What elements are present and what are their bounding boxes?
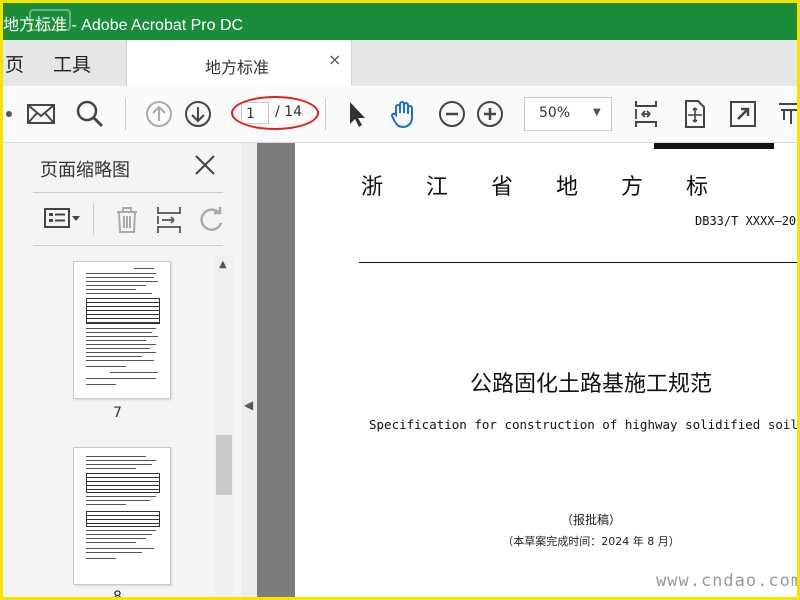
toolbar-divider [325, 98, 326, 130]
collapse-panel-icon[interactable]: ◀ [244, 398, 253, 412]
panel-tool-divider [93, 203, 94, 235]
document-view[interactable]: 浙江省地方标 DB33/T XXXX—202 公路固化土路基施工规范 Speci… [257, 143, 797, 597]
zoom-value: 50% [539, 105, 571, 121]
standard-code: DB33/T XXXX—202 [695, 214, 797, 228]
tab-document-label: 地方标准 [205, 58, 270, 77]
select-cursor-icon[interactable] [341, 98, 373, 130]
horizontal-rule [359, 262, 797, 263]
site-watermark: www.cndao.com [656, 571, 797, 591]
toolbar-divider [125, 98, 126, 130]
logo-fragment [654, 143, 774, 149]
draft-label: （报批稿） [560, 513, 621, 527]
acrobat-window: 地方标准 - Adobe Acrobat Pro DC 页 工具 地方标准 × [3, 3, 797, 597]
document-page: 浙江省地方标 DB33/T XXXX—202 公路固化土路基施工规范 Speci… [295, 143, 797, 597]
close-icon[interactable] [193, 153, 217, 177]
zoom-out-icon[interactable] [436, 98, 468, 130]
rotate-page-icon[interactable] [197, 205, 227, 235]
fit-page-icon[interactable] [630, 98, 662, 130]
document-title-cn: 公路固化土路基施工规范 [469, 372, 712, 397]
thumbnail-options-icon[interactable] [43, 205, 83, 233]
chevron-down-icon: ▼ [593, 107, 601, 118]
next-page-icon[interactable] [182, 98, 214, 130]
page-thumbnail[interactable] [73, 261, 171, 399]
thumbnail-list: 7 8 [33, 255, 213, 597]
rotate-icon[interactable] [678, 98, 710, 130]
panel-divider [33, 192, 223, 193]
thumbnail-page-number: 7 [113, 405, 122, 421]
completion-note: （本草案完成时间：2024 年 8 月） [502, 535, 680, 548]
search-icon[interactable] [74, 98, 106, 130]
print-icon[interactable] [3, 98, 15, 130]
document-heading: 浙江省地方标 [361, 175, 752, 200]
document-title-en: Specification for construction of highwa… [369, 417, 797, 432]
thumbnails-panel: 页面缩略图 7 8 ▲ [3, 143, 242, 597]
toolbar: 1 / 14 50% ▼ [3, 86, 797, 143]
tab-close-button[interactable]: × [328, 50, 341, 69]
tab-home[interactable]: 页 [5, 50, 24, 77]
scrollbar-thumb[interactable] [216, 435, 232, 495]
page-navigator: 1 / 14 [231, 96, 319, 130]
panel-title: 页面缩略图 [40, 160, 130, 181]
tab-tools[interactable]: 工具 [53, 50, 91, 77]
insert-page-icon[interactable] [154, 205, 184, 235]
tab-document[interactable]: 地方标准 × [126, 40, 352, 86]
highlight-ellipse [231, 96, 319, 130]
panel-splitter[interactable]: ◀ [241, 143, 257, 597]
title-bar: 地方标准 - Adobe Acrobat Pro DC [3, 3, 797, 40]
logo-watermark-icon [29, 9, 71, 31]
panel-divider [33, 245, 223, 246]
hand-tool-icon[interactable] [387, 98, 419, 130]
scroll-up-icon[interactable]: ▲ [219, 259, 227, 270]
trash-icon[interactable] [113, 205, 141, 235]
zoom-in-icon[interactable] [474, 98, 506, 130]
thumbnail-page-number: 8 [113, 589, 122, 597]
zoom-dropdown[interactable]: 50% ▼ [524, 97, 612, 131]
tab-bar: 页 工具 地方标准 × [3, 40, 797, 86]
email-icon[interactable] [25, 98, 57, 130]
more-icon[interactable] [775, 98, 797, 130]
prev-page-icon[interactable] [143, 98, 175, 130]
fullscreen-icon[interactable] [727, 98, 759, 130]
page-thumbnail[interactable] [73, 447, 171, 585]
thumbnail-scrollbar[interactable]: ▲ [215, 255, 233, 597]
